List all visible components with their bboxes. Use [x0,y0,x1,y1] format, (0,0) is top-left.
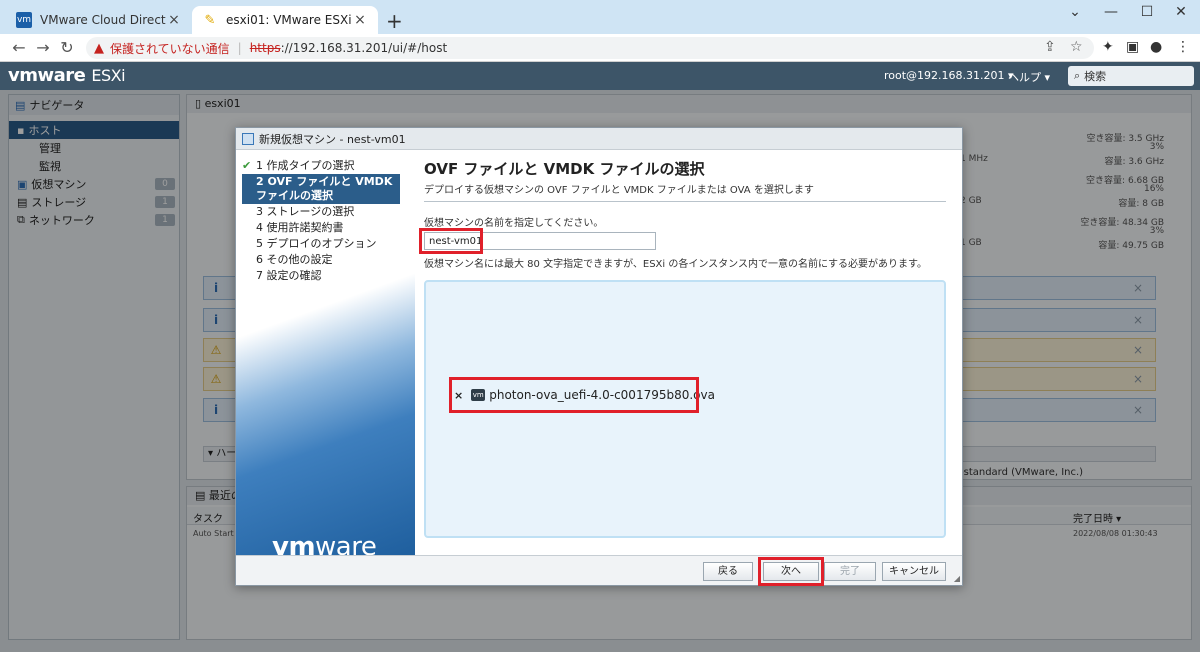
logo-esxi: ESXi [91,66,126,85]
warning-icon: ▲ [94,40,104,56]
maximize-icon[interactable]: ☐ [1132,4,1162,20]
search-icon: ⌕ [1074,69,1081,82]
step-label: 3 ストレージの選択 [256,205,355,218]
insecure-label: 保護されていない通信 [110,41,230,56]
brand-vm: vm [272,532,316,555]
url-field[interactable]: ▲ 保護されていない通信 | https ://192.168.31.201/u… [86,37,1094,59]
step-label: 5 デプロイのオプション [256,237,377,250]
finish-button: 完了 [824,562,876,581]
esxi-logo: vmware ESXi [8,65,126,86]
share-icon[interactable]: ⇪ [1044,39,1056,55]
highlight-box-name [419,228,483,254]
new-tab-button[interactable]: + [386,9,403,33]
user-menu[interactable]: root@192.168.31.201 ▾ [884,69,1014,82]
vm-name-hint: 仮想マシン名には最大 80 文字指定できますが、ESXi の各インスタンス内で一… [424,259,928,270]
profile-avatar[interactable]: ● [1150,39,1162,55]
extensions-icon[interactable]: ✦ [1102,39,1114,55]
minimize-icon[interactable]: — [1096,4,1126,20]
new-vm-icon [242,132,254,145]
new-vm-wizard: 新規仮想マシン - nest-vm01 ✔ 1 作成タイプの選択 2 OVF ファ… [235,127,963,586]
sidepanel-icon[interactable]: ▣ [1126,39,1139,55]
window-close-icon[interactable]: ✕ [1166,4,1196,20]
step-2[interactable]: 2 OVF ファイルと VMDK ファイルの選択 [242,174,400,204]
back-arrow-icon[interactable]: ← [8,38,30,58]
wizard-sidebar: ✔ 1 作成タイプの選択 2 OVF ファイルと VMDK ファイルの選択 3 ス… [236,150,415,555]
step-1[interactable]: ✔ 1 作成タイプの選択 [242,158,412,174]
cancel-button[interactable]: キャンセル [882,562,946,581]
reload-icon[interactable]: ↻ [56,38,78,58]
resize-grip-icon[interactable]: ◢ [954,574,960,583]
tab-title: esxi01: VMware ESXi [226,13,352,27]
search-placeholder: 検索 [1084,70,1107,83]
close-icon[interactable]: × [166,12,182,28]
wizard-steps: ✔ 1 作成タイプの選択 2 OVF ファイルと VMDK ファイルの選択 3 ス… [242,158,412,284]
browser-tabstrip: vm VMware Cloud Director - vApp - × ✎ es… [0,0,1200,34]
menu-icon[interactable]: ⋮ [1176,39,1190,55]
highlight-box-next [758,557,824,586]
page-title: OVF ファイルと VMDK ファイルの選択 [424,160,705,178]
step-6[interactable]: 6 その他の設定 [242,252,412,268]
step-label: 4 使用許諾契約書 [256,221,344,234]
logo-vmware: vmware [8,65,86,86]
vmware-brand-logo: vmware [272,532,377,555]
wizard-titlebar: 新規仮想マシン - nest-vm01 [236,128,962,150]
back-button[interactable]: 戻る [703,562,753,581]
esxi-header: vmware ESXi root@192.168.31.201 ▾ ヘルプ ▾ ⌕… [0,62,1200,90]
star-icon[interactable]: ☆ [1070,39,1083,55]
wizard-content: OVF ファイルと VMDK ファイルの選択 デプロイする仮想マシンの OVF … [416,150,962,555]
forward-arrow-icon[interactable]: → [32,38,54,58]
checkmark-icon: ✔ [242,159,252,172]
divider: | [237,41,242,55]
search-input[interactable]: ⌕ 検索 [1068,66,1194,86]
vm-name-label: 仮想マシンの名前を指定してください。 [424,218,604,229]
wizard-title: 新規仮想マシン - nest-vm01 [259,132,406,146]
step-label: 6 その他の設定 [256,253,333,266]
wizard-footer: 戻る 次へ 完了 キャンセル ◢ [236,555,962,586]
url-text: ://192.168.31.201/ui/#/host [280,41,448,55]
chevron-down-icon[interactable]: ⌄ [1060,4,1090,20]
pencil-icon: ✎ [204,12,216,28]
step-3[interactable]: 3 ストレージの選択 [242,204,412,220]
tab-title: VMware Cloud Director - vApp - [40,13,166,27]
highlight-box-file [449,377,699,413]
tab-esxi01[interactable]: ✎ esxi01: VMware ESXi × [192,6,378,34]
url-scheme: https [249,41,281,55]
step-label: 2 OVF ファイルと VMDK ファイルの選択 [256,175,393,202]
close-icon[interactable]: × [352,12,368,28]
step-7[interactable]: 7 設定の確認 [242,268,412,284]
page-description: デプロイする仮想マシンの OVF ファイルと VMDK ファイルまたは OVA … [424,181,946,202]
help-menu[interactable]: ヘルプ ▾ [1008,69,1050,85]
file-drop-zone[interactable]: × vm photon-ova_uefi-4.0-c001795b80.ova [424,280,946,538]
brand-ware: ware [315,532,377,555]
step-4[interactable]: 4 使用許諾契約書 [242,220,412,236]
vmware-icon: vm [16,12,32,28]
step-5[interactable]: 5 デプロイのオプション [242,236,412,252]
step-label: 1 作成タイプの選択 [256,159,355,172]
address-bar: ← → ↻ ▲ 保護されていない通信 | https ://192.168.31… [0,34,1200,62]
tab-vmware-cloud-director[interactable]: vm VMware Cloud Director - vApp - × [6,6,192,34]
step-label: 7 設定の確認 [256,269,322,282]
